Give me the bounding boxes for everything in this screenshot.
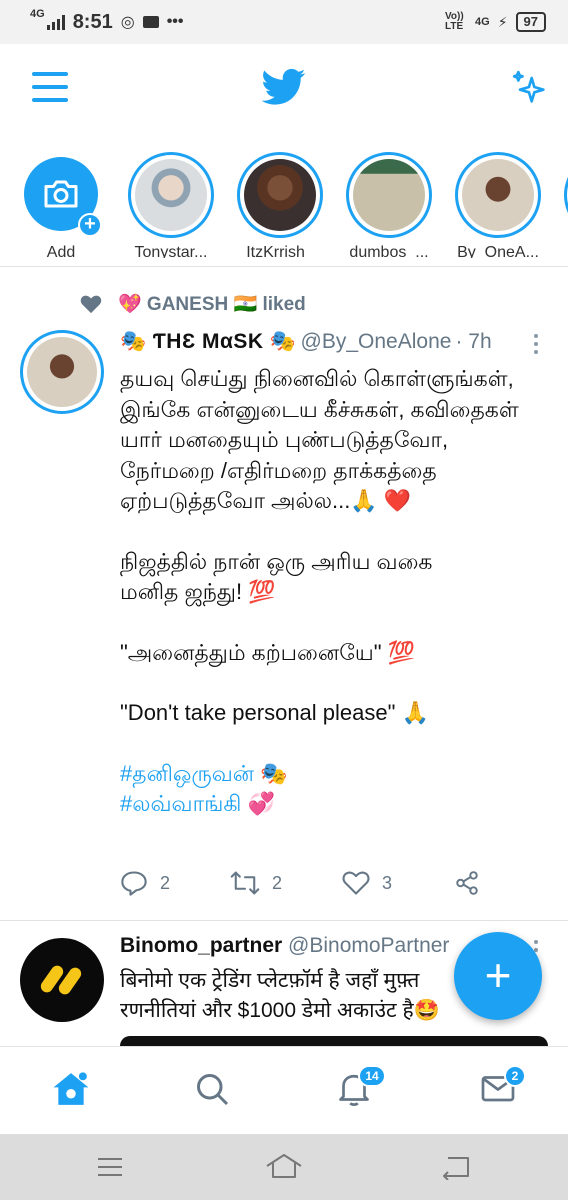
reply-icon: [121, 871, 147, 896]
tweet-header: 🎭 ƬHƐ MαSK 🎭 @By_OneAlone · 7h: [120, 330, 550, 354]
fleet-name: Add: [46, 244, 76, 258]
tweet-author-avatar[interactable]: [20, 330, 104, 414]
fleet-name: dumbos_...: [349, 244, 429, 258]
fleets-row: + Add Tonystar... ItzKrrish_ dumbos_... …: [0, 146, 568, 258]
fleet-add[interactable]: + Add: [7, 152, 115, 258]
avatar: [353, 159, 425, 231]
tweet-paragraph: தயவு செய்து நினைவில் கொள்ளுங்கள், இங்கே …: [120, 366, 519, 513]
retweet-icon: [230, 871, 260, 895]
heart-filled-icon: [80, 295, 102, 314]
whatsapp-icon: ◎: [120, 14, 135, 31]
more-options-icon[interactable]: [534, 334, 540, 358]
fleet-name: By_OneA...: [457, 244, 539, 258]
fleet-name: ItzKrrish_: [246, 244, 314, 258]
tweet-actions: 2 2 3: [120, 870, 500, 906]
tweet-paragraph: நிஜத்தில் நான் ஒரு அரிய வகை மனித ஜந்து! …: [120, 548, 433, 605]
tweet-text: தயவு செய்து நினைவில் கொள்ளுங்கள், இங்கே …: [120, 364, 540, 820]
hashtag-link[interactable]: #தனிஒருவன் 🎭: [120, 759, 540, 790]
network-right-label: 4G: [475, 16, 490, 28]
camera-add-button[interactable]: +: [24, 157, 102, 237]
messages-badge: 2: [504, 1065, 526, 1087]
sparkle-icon[interactable]: [510, 68, 550, 108]
home-icon: [53, 1072, 89, 1105]
display-name[interactable]: 🎭 ƬHƐ MαSK 🎭: [120, 330, 297, 354]
divider: [0, 266, 568, 267]
volte-label: Vo)) LTE: [445, 11, 464, 32]
network-label: 4G: [30, 8, 45, 20]
more-notifications-icon: •••: [166, 13, 184, 30]
fleet-item[interactable]: [553, 152, 568, 238]
handle[interactable]: @By_OneAlone: [301, 330, 452, 354]
tweet-header: Binomo_partner @BinomoPartner: [120, 934, 449, 958]
fleet-item[interactable]: dumbos_...: [335, 152, 443, 258]
clock: 8:51: [72, 10, 113, 33]
search-icon: [197, 1074, 229, 1106]
twitter-bird-icon[interactable]: [262, 68, 306, 106]
avatar: [135, 159, 207, 231]
hashtag-link[interactable]: #லவ்வாங்கி 💞: [120, 789, 540, 820]
tweet-line: बिनोमो एक ट्रेडिंग प्लेटफ़ॉर्म है जहाँ म…: [120, 969, 420, 992]
fleet-name: Tonystar...: [134, 244, 208, 258]
nav-home[interactable]: [52, 1071, 90, 1112]
plus-icon: +: [78, 213, 102, 237]
top-app-bar: [0, 44, 568, 136]
compose-tweet-button[interactable]: +: [454, 932, 542, 1020]
retweet-button[interactable]: 2: [230, 870, 282, 896]
nav-notifications[interactable]: 14: [336, 1065, 386, 1112]
menu-icon[interactable]: [32, 72, 68, 104]
social-context: 💖 GANESH 🇮🇳 liked: [80, 292, 306, 316]
share-button[interactable]: [454, 870, 480, 896]
nav-search[interactable]: [194, 1071, 230, 1112]
bottom-nav: 14 2: [0, 1046, 568, 1134]
like-button[interactable]: 3: [342, 870, 392, 896]
tweet-author-avatar[interactable]: [20, 938, 104, 1022]
handle[interactable]: @BinomoPartner: [288, 934, 449, 957]
tweet-text: बिनोमो एक ट्रेडिंग प्लेटफ़ॉर्म है जहाँ म…: [120, 966, 480, 1026]
system-nav-bar: [0, 1134, 568, 1200]
fleet-item[interactable]: Tonystar...: [117, 152, 225, 258]
notifications-badge: 14: [358, 1065, 386, 1087]
tweet-line: रणनीतियां और $1000 डेमो अकाउंट है🤩: [120, 999, 440, 1022]
avatar: [244, 159, 316, 231]
charging-icon: ⚡: [497, 13, 508, 30]
share-icon: [456, 871, 478, 895]
timestamp: · 7h: [455, 330, 492, 353]
tweet-paragraph: "அனைத்தும் கற்பனையே" 💯: [120, 639, 416, 665]
camera-icon: [44, 180, 78, 208]
avatar: [462, 159, 534, 231]
retweet-count: 2: [272, 872, 283, 893]
fleet-item[interactable]: ItzKrrish_: [226, 152, 334, 258]
back-icon[interactable]: [440, 1154, 472, 1180]
nav-messages[interactable]: 2: [480, 1065, 526, 1110]
divider: [0, 920, 568, 921]
fleet-item[interactable]: By_OneA...: [444, 152, 552, 258]
home-system-icon[interactable]: [264, 1152, 304, 1180]
binomo-logo-icon: [40, 965, 82, 995]
reply-button[interactable]: 2: [120, 870, 170, 896]
like-count: 3: [382, 872, 393, 893]
tweet-paragraph: "Don't take personal please" 🙏: [120, 700, 429, 725]
heart-icon: [342, 871, 370, 895]
battery-icon: 97: [515, 12, 546, 32]
video-icon: [142, 16, 159, 28]
reply-count: 2: [160, 872, 171, 893]
recents-menu-icon[interactable]: [96, 1156, 124, 1178]
status-bar: 4G 8:51 ◎ ••• Vo)) LTE 4G ⚡ 97: [0, 0, 568, 44]
signal-icon: [46, 14, 65, 30]
social-context-text: 💖 GANESH 🇮🇳 liked: [118, 294, 306, 315]
display-name[interactable]: Binomo_partner: [120, 934, 282, 957]
